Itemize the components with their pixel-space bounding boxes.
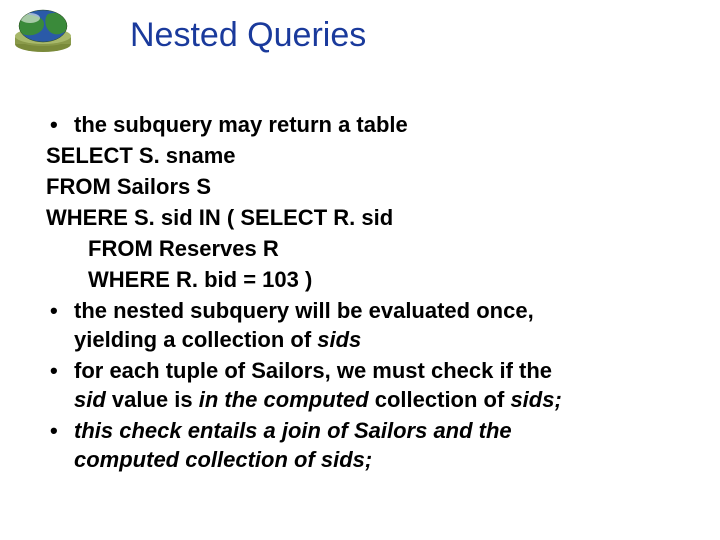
bullet-item: this check entails a join of Sailors and… xyxy=(46,416,680,474)
text-fragment: yielding a collection of xyxy=(74,327,317,352)
bullet-text: the subquery may return a table xyxy=(74,112,408,137)
database-globe-logo xyxy=(8,8,78,54)
sql-line-indent: WHERE R. bid = 103 ) xyxy=(46,265,680,294)
slide-content: the subquery may return a table SELECT S… xyxy=(46,110,680,476)
bullet-continuation: yielding a collection of sids xyxy=(74,325,680,354)
bullet-text: for each tuple of Sailors, we must check… xyxy=(74,358,552,383)
italic-term: sids xyxy=(317,327,361,352)
text-fragment: collection of xyxy=(369,387,511,412)
bullet-continuation: sid value is in the computed collection … xyxy=(74,385,680,414)
bullet-item: the subquery may return a table xyxy=(46,110,680,139)
sql-line-indent: FROM Reserves R xyxy=(46,234,680,263)
italic-term: sid xyxy=(74,387,106,412)
sql-line: WHERE S. sid IN ( SELECT R. sid xyxy=(46,203,680,232)
sql-line: SELECT S. sname xyxy=(46,141,680,170)
slide-title: Nested Queries xyxy=(130,16,366,55)
bullet-text-italic: this check entails a join of Sailors and… xyxy=(74,418,512,443)
text-fragment: value is xyxy=(106,387,199,412)
bullet-text: the nested subquery will be evaluated on… xyxy=(74,298,534,323)
bullet-item: the nested subquery will be evaluated on… xyxy=(46,296,680,354)
italic-term: in the computed xyxy=(199,387,369,412)
italic-term: sids; xyxy=(510,387,561,412)
bullet-continuation-italic: computed collection of sids; xyxy=(74,445,680,474)
sql-line: FROM Sailors S xyxy=(46,172,680,201)
slide: Nested Queries the subquery may return a… xyxy=(0,0,720,540)
bullet-item: for each tuple of Sailors, we must check… xyxy=(46,356,680,414)
